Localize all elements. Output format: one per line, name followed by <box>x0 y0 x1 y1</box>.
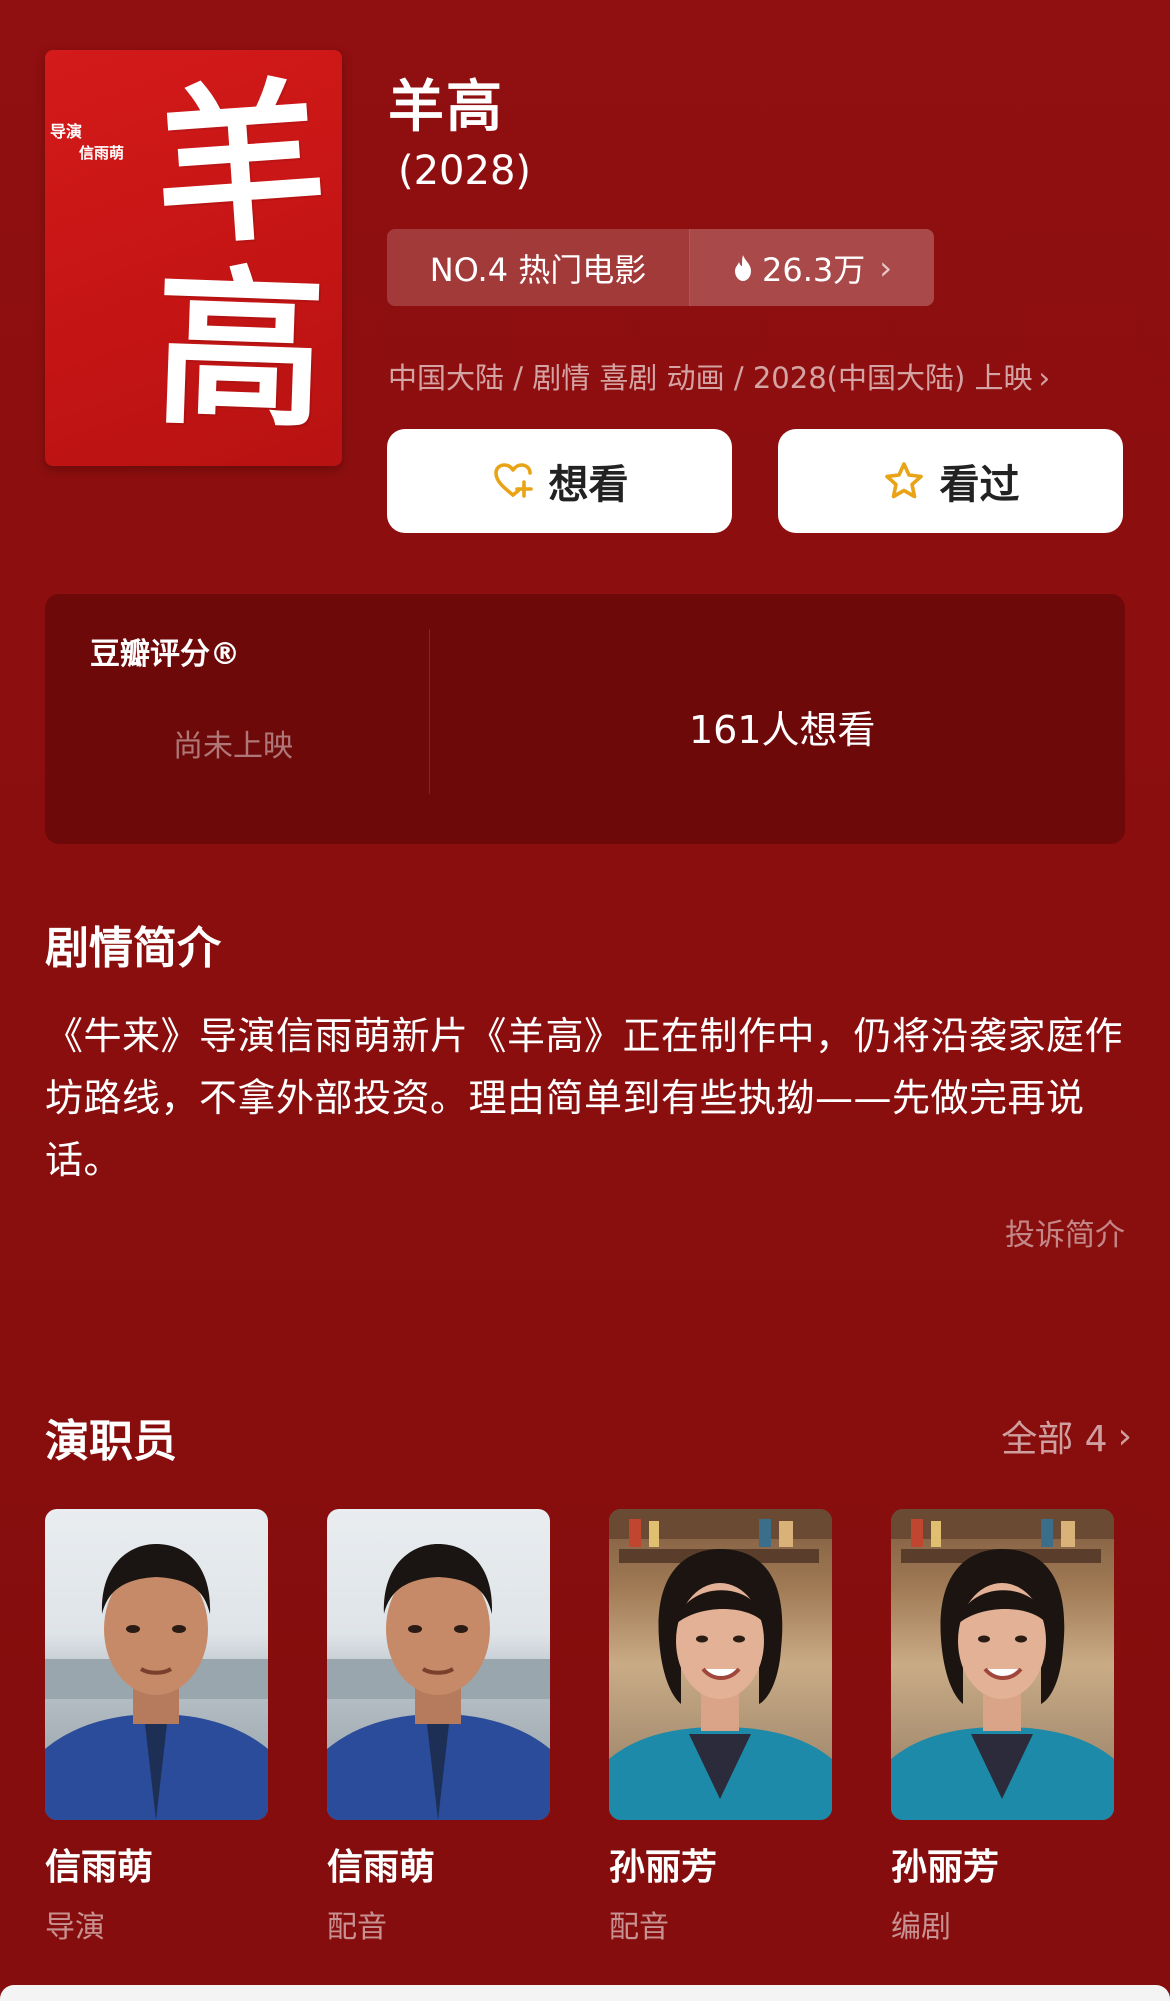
cast-photo[interactable] <box>891 1509 1114 1820</box>
want-to-watch-button[interactable]: 想看 <box>387 429 732 533</box>
person-photo-icon <box>45 1544 268 1820</box>
cast-card[interactable]: 孙丽芳 编剧 <box>891 1509 1114 1946</box>
person-photo-icon <box>327 1544 550 1820</box>
poster-credit-name: 信雨萌 <box>79 144 125 162</box>
movie-meta[interactable]: 中国大陆 / 剧情 喜剧 动画 / 2028(中国大陆) 上映 › <box>388 355 1050 397</box>
chevron-right-icon: › <box>879 248 893 287</box>
person-photo-icon <box>609 1509 832 1820</box>
watched-label: 看过 <box>939 462 1020 508</box>
cast-role: 配音 <box>609 1910 669 1945</box>
cast-title: 演职员 <box>45 1416 177 1467</box>
cast-view-all[interactable]: 全部 4 › <box>1001 1410 1132 1462</box>
cast-photo[interactable] <box>45 1509 268 1820</box>
cast-photo[interactable] <box>609 1509 832 1820</box>
poster-title-char-2: 高 <box>151 247 329 453</box>
heat-badge[interactable]: 26.3万 › <box>690 229 934 306</box>
rating-status: 尚未上映 <box>173 729 293 764</box>
chevron-right-icon: › <box>1038 361 1051 395</box>
movie-detail-page: 导演 信雨萌 羊 高 羊高 (2028) NO.4 热门电影 26.3万 › 中… <box>0 0 1170 2001</box>
cast-role: 配音 <box>327 1910 387 1945</box>
want-count: 161人想看 <box>689 708 876 752</box>
cast-name: 孙丽芳 <box>891 1847 1000 1888</box>
cast-card[interactable]: 信雨萌 导演 <box>45 1509 268 1946</box>
cast-list: 信雨萌 导演 信雨萌 配音 孙丽芳 配音 孙丽芳 编剧 <box>45 1509 1114 1946</box>
report-synopsis-link[interactable]: 投诉简介 <box>1005 1210 1125 1254</box>
cast-photo[interactable] <box>327 1509 550 1820</box>
movie-title: 羊高 <box>388 75 504 140</box>
synopsis-title: 剧情简介 <box>45 923 221 974</box>
person-photo-icon <box>891 1509 1114 1820</box>
watched-button[interactable]: 看过 <box>778 429 1123 533</box>
ranking-pill[interactable]: NO.4 热门电影 26.3万 › <box>387 229 934 306</box>
cast-name: 信雨萌 <box>327 1847 436 1888</box>
star-icon <box>884 462 923 499</box>
want-to-watch-label: 想看 <box>548 462 629 508</box>
heart-plus-icon <box>493 463 533 498</box>
movie-year: (2028) <box>398 148 532 194</box>
flame-icon <box>734 254 751 281</box>
movie-poster[interactable]: 导演 信雨萌 羊 高 <box>45 50 342 466</box>
cast-name: 孙丽芳 <box>609 1847 718 1888</box>
cast-role: 导演 <box>45 1910 105 1945</box>
cast-view-all-label: 全部 4 <box>1001 1419 1108 1460</box>
rating-label: 豆瓣评分® <box>90 637 240 672</box>
cast-card[interactable]: 信雨萌 配音 <box>327 1509 550 1946</box>
bottom-sheet-edge <box>0 1985 1170 2001</box>
heat-value: 26.3万 <box>761 250 866 289</box>
poster-title-char-1: 羊 <box>148 59 332 271</box>
synopsis-text: 《牛来》导演信雨萌新片《羊高》正在制作中，仍将沿袭家庭作坊路线，不拿外部投资。理… <box>45 1014 1124 1182</box>
chevron-right-icon: › <box>1117 1415 1132 1457</box>
rank-label[interactable]: NO.4 热门电影 <box>387 229 690 306</box>
poster-credit-role: 导演 <box>50 122 83 141</box>
cast-role: 编剧 <box>891 1910 951 1945</box>
rating-card[interactable]: 豆瓣评分® 尚未上映 161人想看 <box>45 594 1125 844</box>
cast-card[interactable]: 孙丽芳 配音 <box>609 1509 832 1946</box>
cast-name: 信雨萌 <box>45 1847 154 1888</box>
movie-meta-text: 中国大陆 / 剧情 喜剧 动画 / 2028(中国大陆) 上映 <box>388 361 1033 395</box>
rating-divider <box>429 629 430 794</box>
